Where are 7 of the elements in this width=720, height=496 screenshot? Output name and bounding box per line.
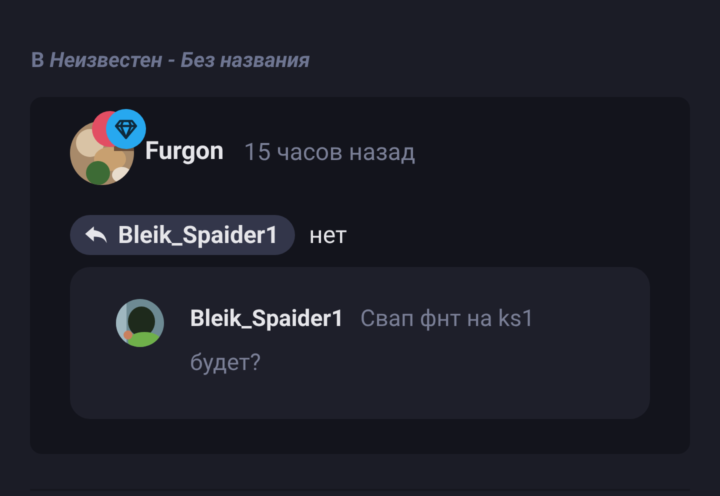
quote-avatar[interactable] — [116, 298, 164, 346]
quote-text: Bleik_Spaider1 Свап фнт на ks1 будет? — [190, 304, 536, 378]
comment-text: нет — [308, 220, 347, 250]
author-name[interactable]: Furgon — [145, 132, 224, 170]
comment-time: 15 часов назад — [244, 136, 416, 168]
context-title: В Неизвестен - Без названия — [30, 48, 312, 75]
reply-to-chip[interactable]: Bleik_Spaider1 — [70, 214, 295, 254]
